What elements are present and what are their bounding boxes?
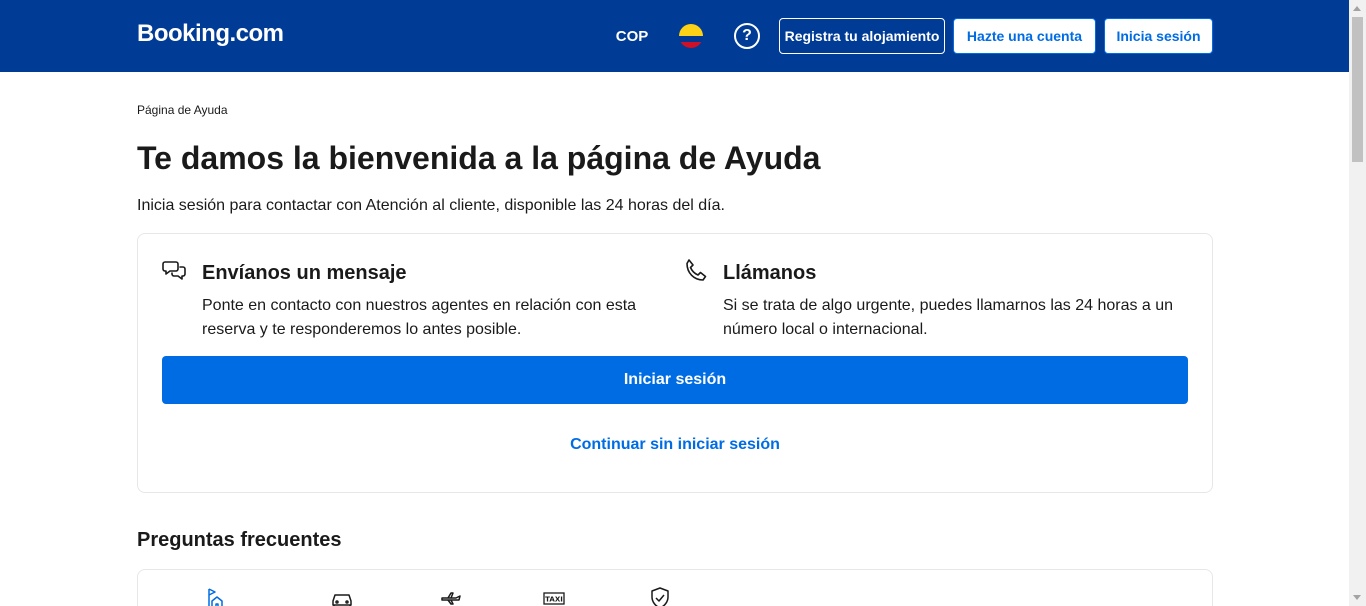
taxi-icon[interactable]: TAXI <box>542 586 566 606</box>
register-button[interactable]: Hazte una cuenta <box>953 18 1096 54</box>
list-property-button[interactable]: Registra tu alojamiento <box>779 18 945 54</box>
signin-button[interactable]: Iniciar sesión <box>162 356 1188 404</box>
car-rental-icon[interactable] <box>330 586 354 606</box>
page-subtitle: Inicia sesión para contactar con Atenció… <box>137 197 725 214</box>
colombia-flag-icon[interactable] <box>679 24 703 48</box>
page-title: Te damos la bienvenida a la página de Ay… <box>137 140 821 176</box>
help-icon[interactable]: ? <box>734 23 760 49</box>
booking-logo[interactable]: Booking.com <box>137 20 284 48</box>
call-title: Llámanos <box>723 262 817 284</box>
currency-selector[interactable]: COP <box>606 16 658 56</box>
continue-without-signin-link[interactable]: Continuar sin iniciar sesión <box>162 430 1188 460</box>
contact-card: Envíanos un mensaje Ponte en contacto co… <box>137 233 1213 493</box>
scroll-up-icon[interactable] <box>1353 6 1361 11</box>
message-title: Envíanos un mensaje <box>202 262 407 284</box>
scroll-thumb[interactable] <box>1352 17 1363 162</box>
faq-title: Preguntas frecuentes <box>137 529 342 551</box>
chat-bubbles-icon <box>162 258 188 284</box>
stays-icon[interactable] <box>204 586 228 606</box>
breadcrumb[interactable]: Página de Ayuda <box>137 103 228 117</box>
insurance-shield-icon[interactable] <box>648 586 672 606</box>
top-header: Booking.com COP ? Registra tu alojamient… <box>0 0 1349 72</box>
phone-icon <box>683 258 709 284</box>
faq-categories: TAXI <box>137 569 1213 606</box>
flight-icon[interactable] <box>439 586 463 606</box>
page-scrollbar[interactable] <box>1349 0 1366 606</box>
sign-in-button[interactable]: Inicia sesión <box>1104 18 1213 54</box>
call-text: Si se trata de algo urgente, puedes llam… <box>723 297 1174 338</box>
scroll-down-icon[interactable] <box>1353 595 1361 600</box>
taxi-label: TAXI <box>545 596 563 604</box>
message-text: Ponte en contacto con nuestros agentes e… <box>202 297 637 338</box>
